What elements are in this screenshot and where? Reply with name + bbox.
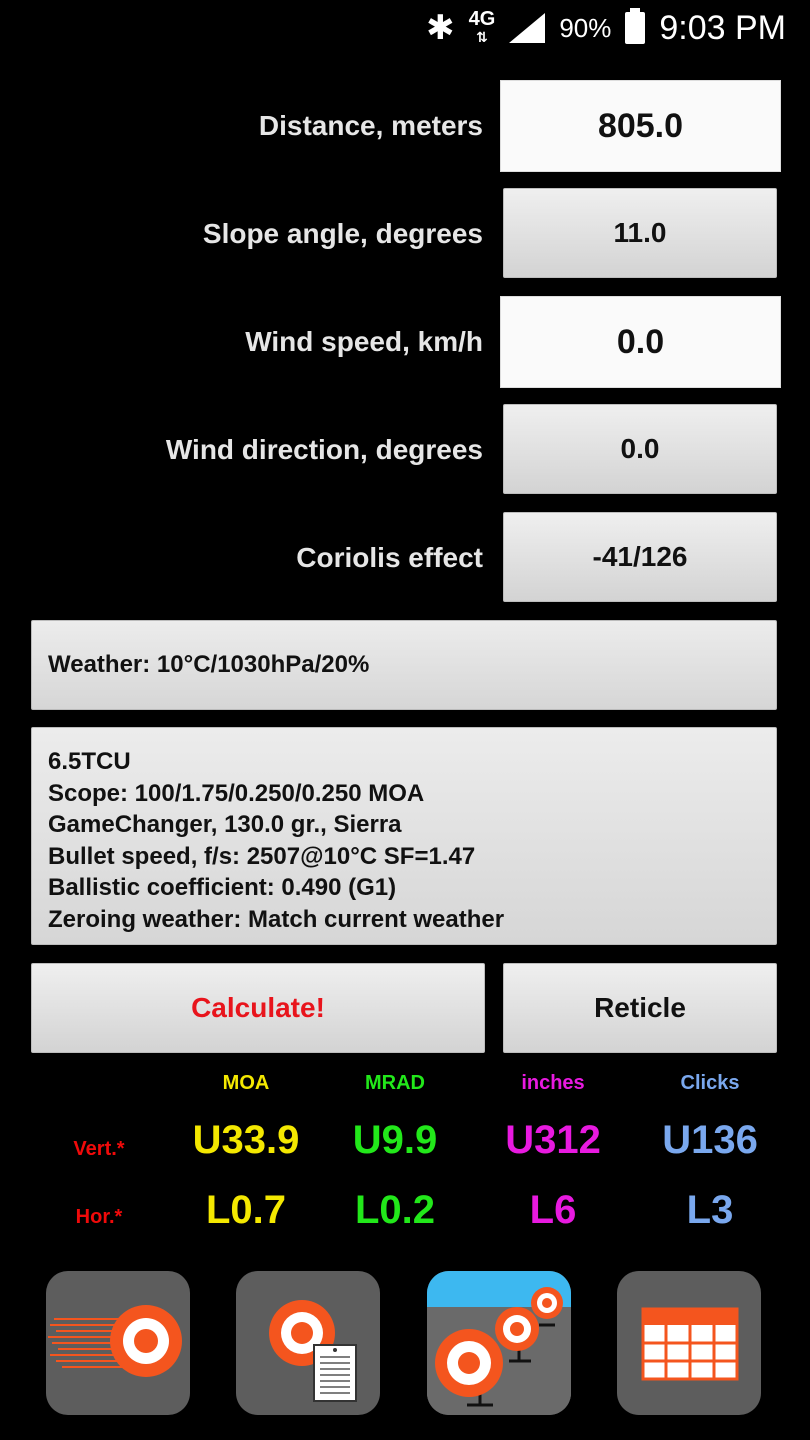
vert-inches: U312 [505,1118,601,1162]
range-targets-icon [427,1271,571,1415]
hor-label: Hor.* [75,1206,123,1228]
coriolis-label: Coriolis effect [296,542,483,573]
network-indicator: 4G ⇅ [468,8,496,46]
network-type: 4G [468,8,496,30]
fast-target-button[interactable] [46,1271,190,1415]
hor-moa: L0.7 [205,1188,287,1232]
battery-icon [625,8,646,44]
ballistic-calculator-screen: ✱ 4G ⇅ 90% 9:03 PM Distance, meters 805.0… [0,0,810,1440]
coriolis-row: Coriolis effect -41/126 [0,512,810,604]
battery-percent: 90% [559,12,612,43]
distance-label: Distance, meters [258,110,483,141]
hor-mrad: L0.2 [354,1188,436,1232]
bluetooth-icon: ✱ [426,9,455,47]
status-bar: ✱ 4G ⇅ 90% 9:03 PM [0,0,810,56]
profile-line: GameChanger, 130.0 gr., Sierra [48,811,402,838]
range-targets-button[interactable] [427,1271,571,1415]
wind-speed-input[interactable]: 0.0 [500,296,781,388]
profile-button[interactable]: 6.5TCU Scope: 100/1.75/0.250/0.250 MOA G… [31,727,777,945]
header-clicks: Clicks [680,1072,740,1094]
wind-direction-row: Wind direction, degrees 0.0 [0,404,810,496]
vert-moa: U33.9 [192,1118,300,1162]
weather-button[interactable]: Weather: 10°C/1030hPa/20% [31,620,777,710]
distance-input[interactable]: 805.0 [500,80,781,172]
profile-line: 6.5TCU [48,748,131,775]
distance-row: Distance, meters 805.0 [0,80,810,172]
vert-label: Vert.* [73,1138,125,1160]
table-icon [641,1307,739,1381]
slope-row: Slope angle, degrees 11.0 [0,188,810,280]
header-moa: MOA [222,1072,270,1094]
reticle-button[interactable]: Reticle [503,963,777,1053]
slope-button[interactable]: 11.0 [503,188,777,278]
target-notes-button[interactable] [236,1271,380,1415]
profile-line: Zeroing weather: Match current weather [48,905,505,933]
wind-speed-row: Wind speed, km/h 0.0 [0,296,810,388]
target-notes-icon [269,1300,357,1402]
slope-label: Slope angle, degrees [202,218,483,249]
data-arrows-icon: ⇅ [476,29,488,45]
wind-direction-button[interactable]: 0.0 [503,404,777,494]
header-mrad: MRAD [365,1072,425,1094]
signal-icon [509,13,546,43]
profile-line: Ballistic coefficient: 0.490 (G1) [48,874,397,901]
coriolis-button[interactable]: -41/126 [503,512,777,602]
vert-mrad: U9.9 [352,1118,438,1162]
vert-clicks: U136 [662,1118,758,1162]
clock: 9:03 PM [659,8,786,47]
wind-speed-label: Wind speed, km/h [245,326,483,357]
wind-direction-label: Wind direction, degrees [165,434,483,465]
profile-line: Scope: 100/1.75/0.250/0.250 MOA [48,779,425,807]
hor-inches: L6 [529,1188,577,1232]
table-button[interactable] [617,1271,761,1415]
hor-clicks: L3 [686,1188,734,1232]
header-inches: inches [521,1072,585,1094]
calculate-button[interactable]: Calculate! [31,963,485,1053]
profile-line: Bullet speed, f/s: 2507@10°C SF=1.47 [48,842,476,870]
fast-target-icon [48,1305,182,1377]
